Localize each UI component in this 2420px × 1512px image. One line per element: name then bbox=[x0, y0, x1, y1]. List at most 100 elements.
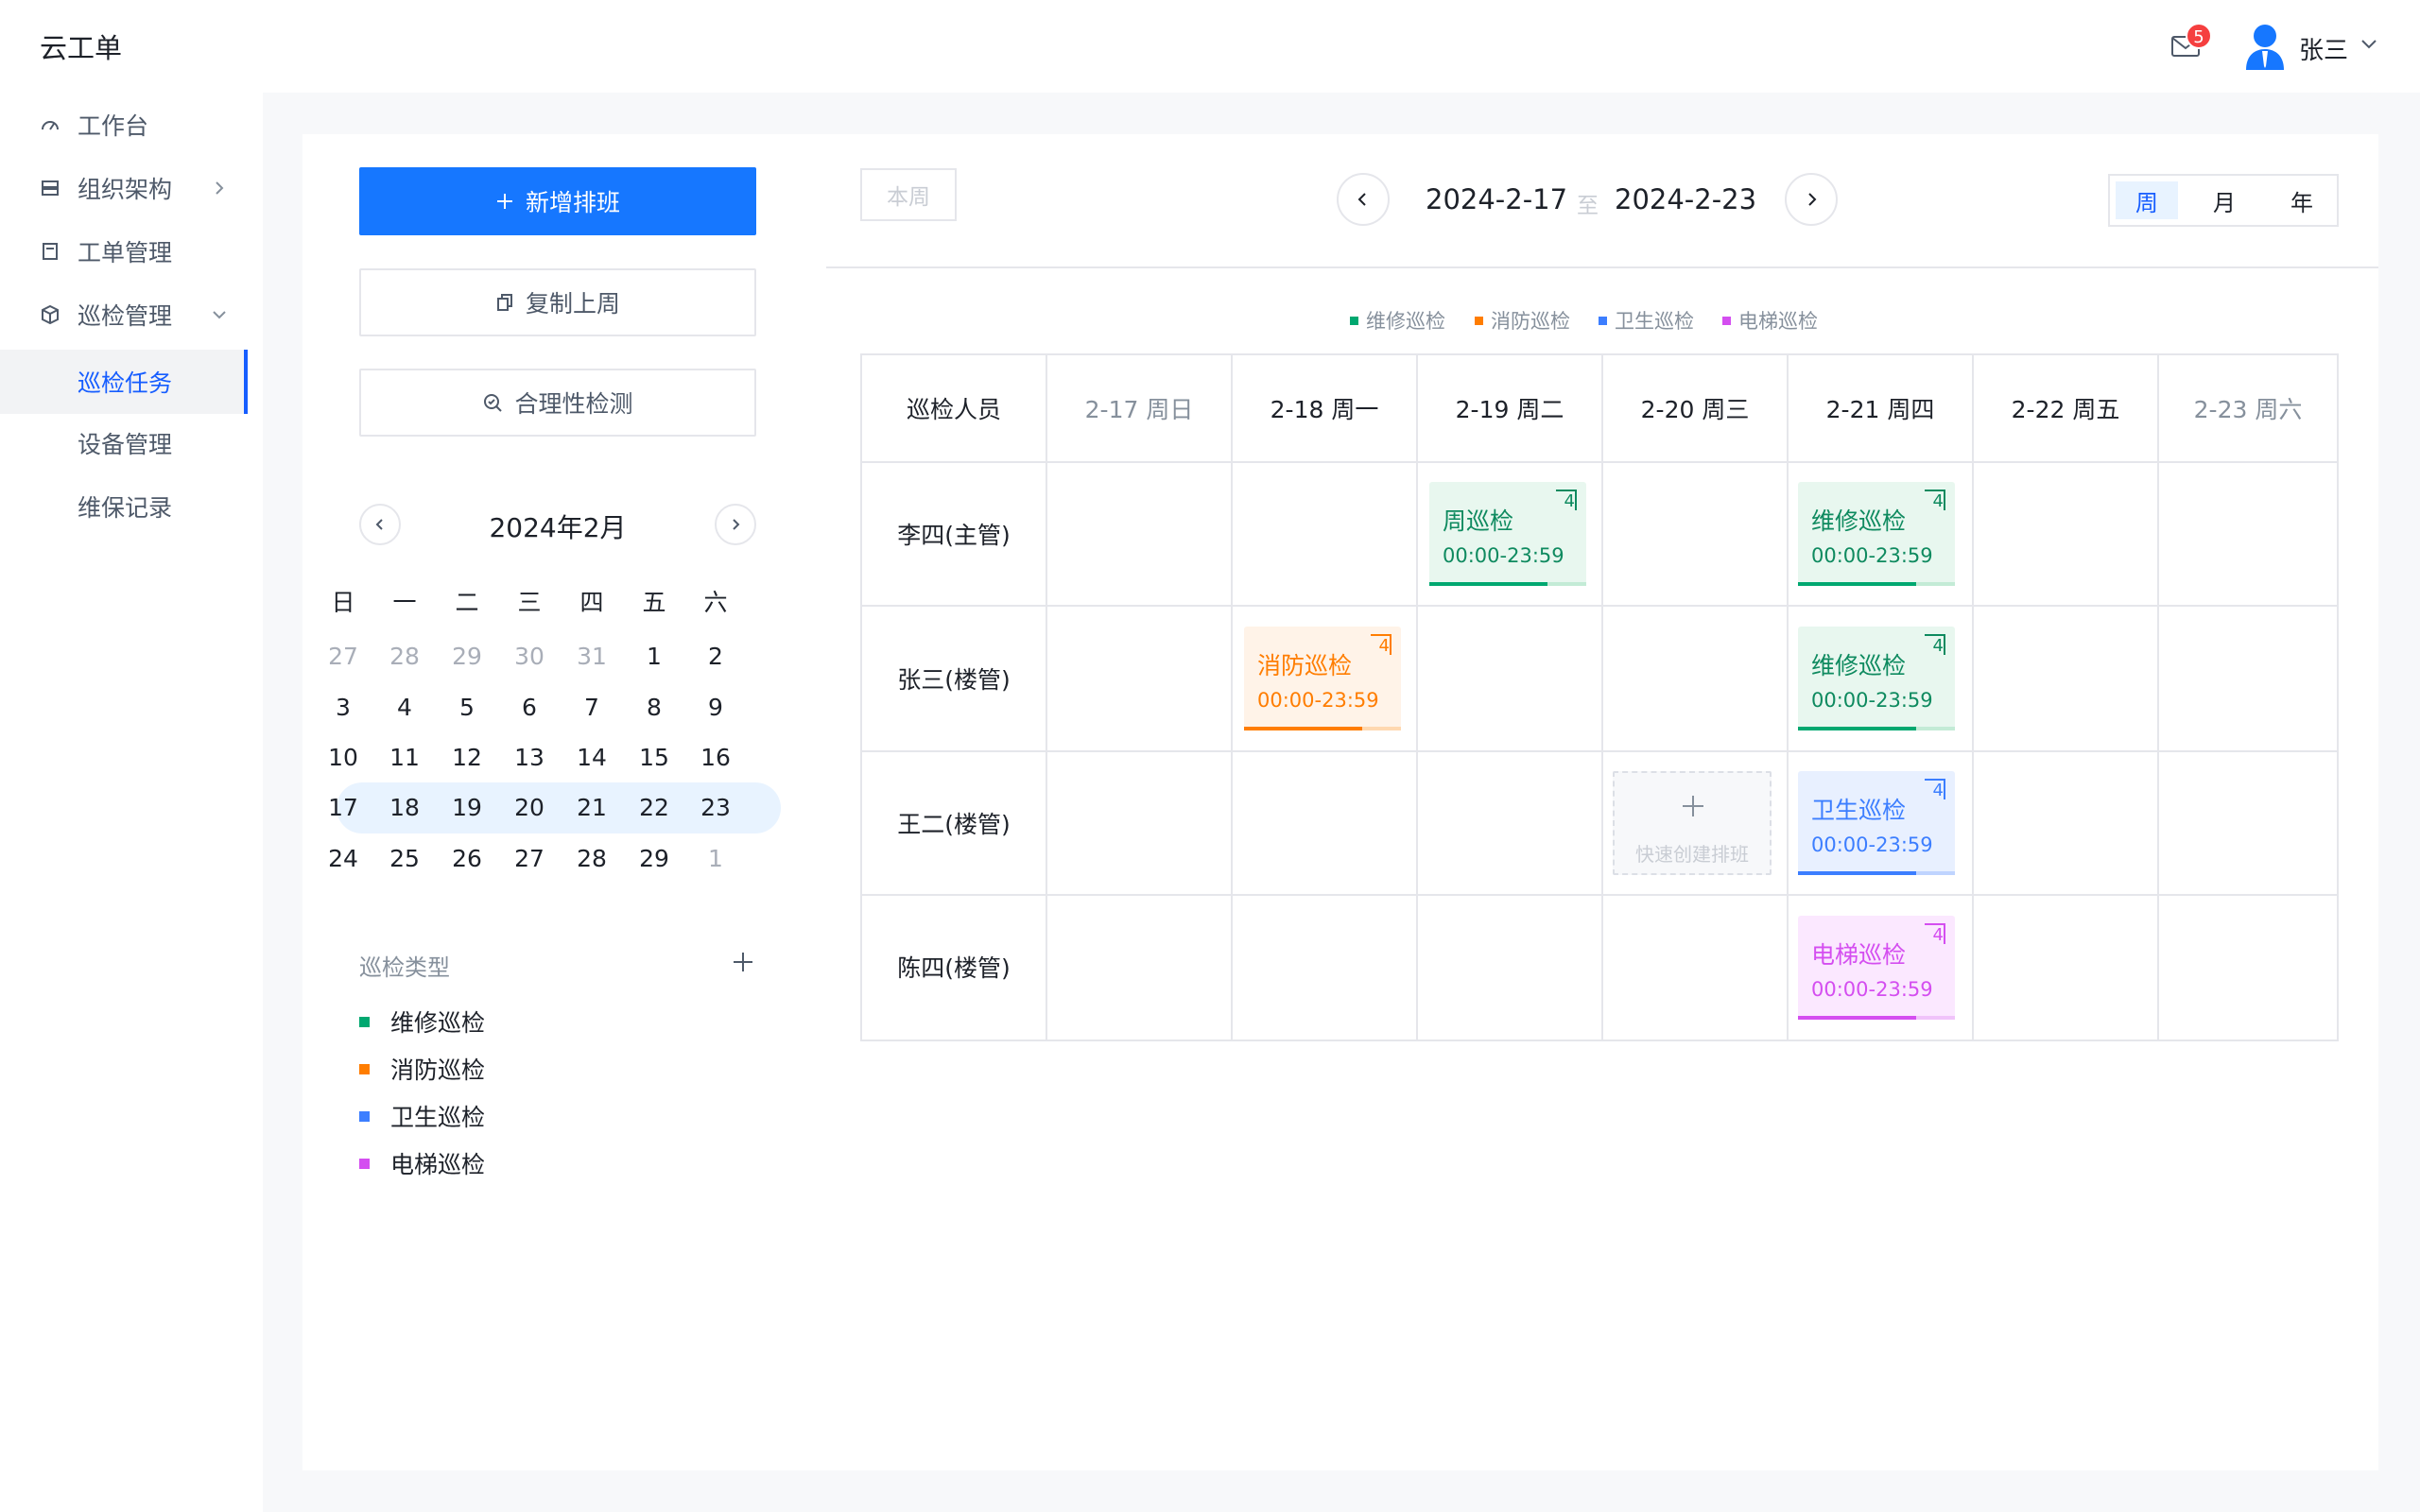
sidebar-item-maintenance[interactable]: 维保记录 bbox=[0, 480, 248, 533]
view-year-tab[interactable]: 年 bbox=[2271, 181, 2333, 219]
user-name[interactable]: 张三 bbox=[2299, 31, 2348, 66]
legend-swatch bbox=[1350, 316, 1358, 325]
day-header: 2-22 周五 bbox=[2011, 396, 2120, 423]
view-month-tab[interactable]: 月 bbox=[2193, 181, 2256, 219]
calendar-day[interactable]: 23 bbox=[687, 794, 744, 821]
calendar-day[interactable]: 14 bbox=[563, 744, 620, 771]
task-card[interactable]: 卫生巡检 00:00-23:59 4 bbox=[1798, 771, 1955, 875]
validity-check-button[interactable]: 合理性检测 bbox=[359, 369, 756, 437]
task-time: 00:00-23:59 bbox=[1811, 978, 1933, 1001]
chevron-right-icon bbox=[1808, 193, 1817, 206]
calendar-day[interactable]: 8 bbox=[626, 694, 683, 721]
calendar-day[interactable]: 15 bbox=[626, 744, 683, 771]
legend-swatch bbox=[1599, 316, 1607, 325]
task-card[interactable]: 消防巡检 00:00-23:59 4 bbox=[1244, 627, 1401, 730]
calendar-day[interactable]: 28 bbox=[376, 643, 433, 670]
add-type-icon[interactable] bbox=[732, 951, 754, 973]
legend-label: 维修巡检 bbox=[1366, 310, 1445, 333]
next-month-button[interactable] bbox=[715, 504, 756, 545]
calendar-day[interactable]: 28 bbox=[563, 845, 620, 872]
calendar-day[interactable]: 24 bbox=[315, 845, 372, 872]
sidebar-item-workorder[interactable]: 工单管理 bbox=[0, 225, 248, 278]
grid-line bbox=[862, 750, 2337, 752]
copy-last-week-button[interactable]: 复制上周 bbox=[359, 268, 756, 336]
task-card[interactable]: 电梯巡检 00:00-23:59 4 bbox=[1798, 916, 1955, 1020]
calendar-day[interactable]: 19 bbox=[439, 794, 495, 821]
task-card[interactable]: 周巡检 00:00-23:59 4 bbox=[1429, 482, 1586, 586]
add-schedule-button[interactable]: 新增排班 bbox=[359, 167, 756, 235]
type-item[interactable]: 电梯巡检 bbox=[359, 1146, 485, 1180]
calendar-day[interactable]: 11 bbox=[376, 744, 433, 771]
person-row-header: 陈四(楼管) bbox=[897, 954, 1011, 982]
sidebar-item-inspection[interactable]: 巡检管理 bbox=[0, 288, 248, 341]
plus-icon bbox=[496, 194, 512, 209]
type-item[interactable]: 卫生巡检 bbox=[359, 1099, 485, 1133]
chevron-down-icon bbox=[213, 311, 226, 319]
calendar-day[interactable]: 17 bbox=[315, 794, 372, 821]
task-name: 卫生巡检 bbox=[1811, 797, 1907, 824]
calendar-day[interactable]: 3 bbox=[315, 694, 372, 721]
server-icon bbox=[42, 180, 59, 196]
calendar-day[interactable]: 31 bbox=[563, 643, 620, 670]
task-card[interactable]: 维修巡检 00:00-23:59 4 bbox=[1798, 482, 1955, 586]
prev-month-button[interactable] bbox=[359, 504, 401, 545]
calendar-day[interactable]: 25 bbox=[376, 845, 433, 872]
calendar-day[interactable]: 21 bbox=[563, 794, 620, 821]
next-week-button[interactable] bbox=[1785, 173, 1838, 226]
type-label: 电梯巡检 bbox=[390, 1151, 486, 1178]
calendar-day[interactable]: 6 bbox=[501, 694, 558, 721]
sidebar-item-label: 工作台 bbox=[78, 112, 149, 140]
calendar-day[interactable]: 20 bbox=[501, 794, 558, 821]
type-label: 卫生巡检 bbox=[390, 1104, 486, 1131]
corner-header: 巡检人员 bbox=[906, 396, 1001, 423]
dashboard-icon bbox=[42, 121, 59, 130]
type-item[interactable]: 维修巡检 bbox=[359, 1005, 485, 1039]
avatar[interactable] bbox=[2244, 23, 2286, 72]
task-count: 4 bbox=[1556, 490, 1577, 511]
calendar-day[interactable]: 9 bbox=[687, 694, 744, 721]
chevron-down-icon[interactable] bbox=[2360, 38, 2378, 51]
grid-line bbox=[862, 605, 2337, 607]
sidebar-item-org[interactable]: 组织架构 bbox=[0, 162, 248, 215]
calendar-day[interactable]: 10 bbox=[315, 744, 372, 771]
calendar-day[interactable]: 18 bbox=[376, 794, 433, 821]
task-progress-fill bbox=[1244, 727, 1362, 730]
calendar-day[interactable]: 26 bbox=[439, 845, 495, 872]
type-label: 消防巡检 bbox=[390, 1057, 486, 1084]
add-schedule-label: 新增排班 bbox=[525, 189, 620, 216]
document-icon bbox=[43, 243, 58, 260]
calendar-day[interactable]: 16 bbox=[687, 744, 744, 771]
sidebar-item-workbench[interactable]: 工作台 bbox=[0, 98, 248, 151]
calendar-day[interactable]: 30 bbox=[501, 643, 558, 670]
calendar-day[interactable]: 1 bbox=[626, 643, 683, 670]
grid-line bbox=[862, 894, 2337, 896]
calendar-day[interactable]: 12 bbox=[439, 744, 495, 771]
view-switch: 周 月 年 bbox=[2108, 174, 2339, 227]
view-week-tab[interactable]: 周 bbox=[2116, 181, 2178, 219]
calendar-day[interactable]: 29 bbox=[439, 643, 495, 670]
calendar-day[interactable]: 13 bbox=[501, 744, 558, 771]
calendar-day[interactable]: 22 bbox=[626, 794, 683, 821]
task-card[interactable]: 维修巡检 00:00-23:59 4 bbox=[1798, 627, 1955, 730]
this-week-button[interactable]: 本周 bbox=[860, 168, 957, 221]
task-progress-fill bbox=[1429, 582, 1547, 586]
calendar-day[interactable]: 29 bbox=[626, 845, 683, 872]
quick-create-cell[interactable]: 快速创建排班 bbox=[1613, 771, 1772, 875]
calendar-day[interactable]: 5 bbox=[439, 694, 495, 721]
legend-item: 卫生巡检 bbox=[1599, 306, 1694, 335]
prev-week-button[interactable] bbox=[1337, 173, 1390, 226]
sidebar-item-devices[interactable]: 设备管理 bbox=[0, 417, 248, 470]
day-header: 2-19 周二 bbox=[1455, 396, 1564, 423]
app-logo: 云工单 bbox=[40, 32, 123, 64]
type-item[interactable]: 消防巡检 bbox=[359, 1052, 485, 1086]
calendar-day[interactable]: 4 bbox=[376, 694, 433, 721]
calendar-day[interactable]: 27 bbox=[501, 845, 558, 872]
calendar-day[interactable]: 1 bbox=[687, 845, 744, 872]
sidebar-item-inspection-task[interactable]: 巡检任务 bbox=[0, 350, 248, 414]
calendar-day[interactable]: 2 bbox=[687, 643, 744, 670]
range-separator: 至 bbox=[1577, 194, 1599, 218]
type-label: 维修巡检 bbox=[390, 1009, 486, 1037]
calendar-day[interactable]: 27 bbox=[315, 643, 372, 670]
calendar-day[interactable]: 7 bbox=[563, 694, 620, 721]
sidebar-item-label: 设备管理 bbox=[78, 431, 173, 458]
